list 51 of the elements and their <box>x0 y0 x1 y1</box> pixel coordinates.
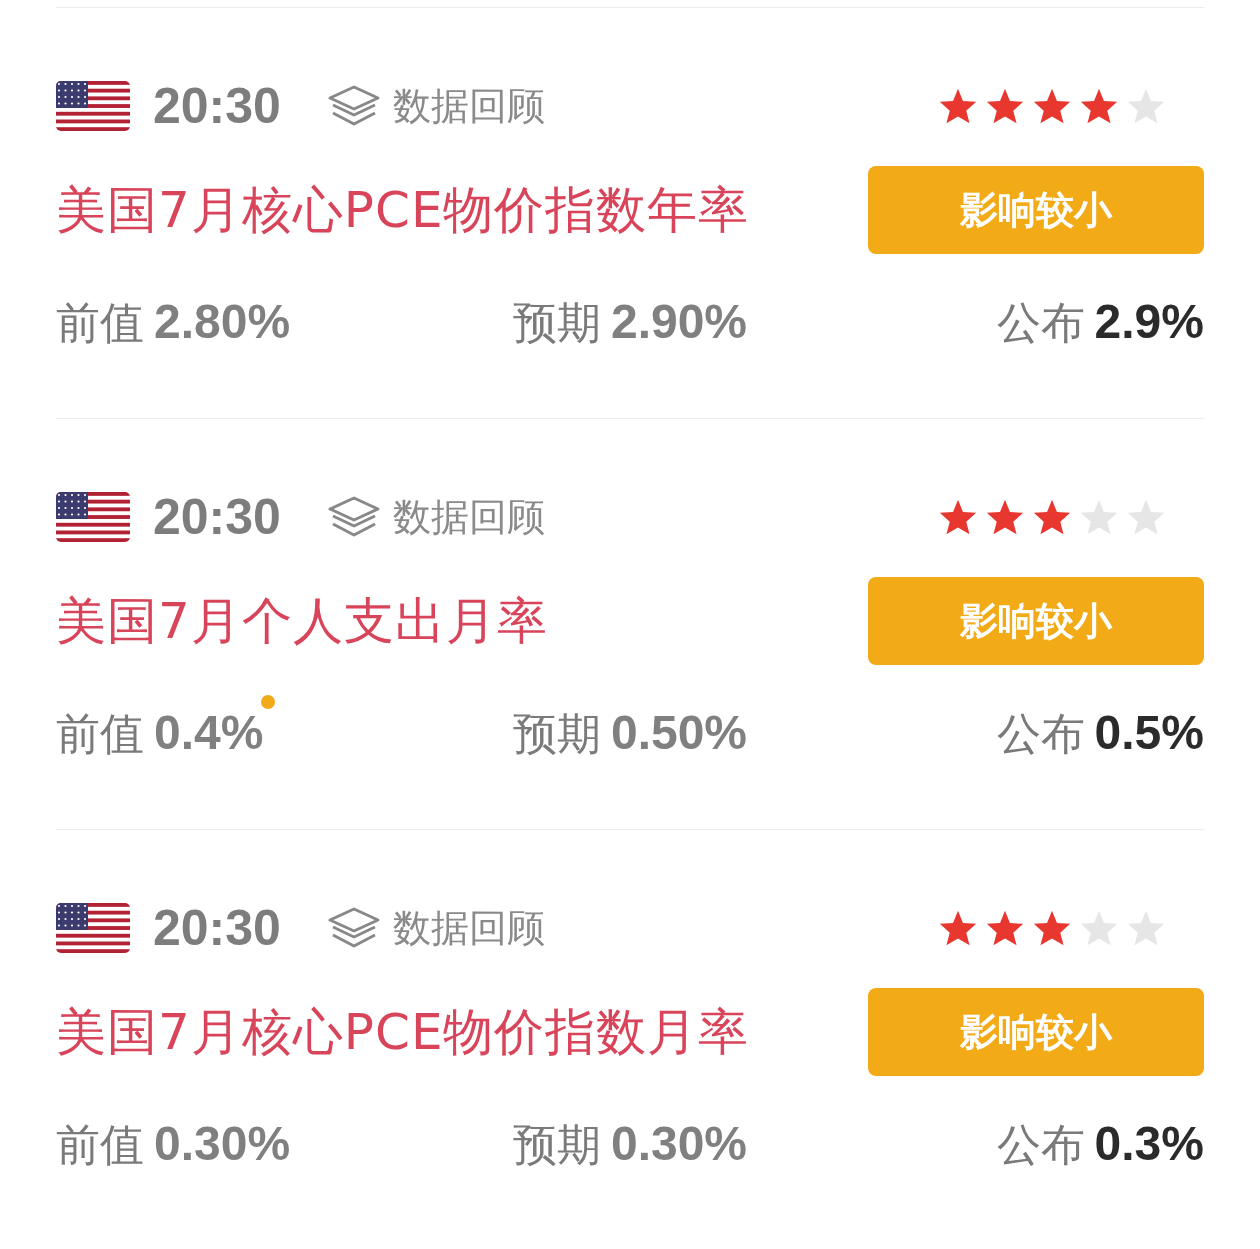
star-icon <box>1032 87 1072 125</box>
layers-icon <box>326 84 381 128</box>
forecast-value: 0.50% <box>610 705 748 760</box>
previous-value: 0.30% <box>154 1116 291 1171</box>
star-icon <box>938 498 978 536</box>
star-icon <box>985 87 1025 125</box>
star-icon <box>1032 909 1072 947</box>
star-icon <box>1126 498 1166 536</box>
actual-label: 公布 <box>996 296 1085 350</box>
event-time: 20:30 <box>153 488 281 546</box>
us-flag-icon <box>56 81 130 131</box>
star-icon <box>938 909 978 947</box>
event-title: 美国7月核心PCE物价指数年率 <box>56 179 750 241</box>
star-icon <box>985 909 1025 947</box>
star-icon <box>985 498 1025 536</box>
forecast-label: 预期 <box>512 296 601 350</box>
star-icon <box>1032 498 1072 536</box>
us-flag-icon <box>56 903 130 953</box>
star-icon <box>1079 498 1119 536</box>
previous-value: 2.80% <box>154 294 291 349</box>
forecast-value: 2.90% <box>610 294 748 349</box>
impact-button[interactable]: 影响较小 <box>868 988 1204 1076</box>
actual-value: 2.9% <box>1094 294 1204 349</box>
previous-value: 0.4% <box>154 705 264 760</box>
actual-label: 公布 <box>996 1118 1085 1172</box>
impact-button[interactable]: 影响较小 <box>868 577 1204 665</box>
star-icon <box>1126 87 1166 125</box>
data-review-link[interactable]: 数据回顾 <box>392 902 545 954</box>
star-icon <box>1079 909 1119 947</box>
previous-label: 前值 <box>56 1118 144 1172</box>
event-title: 美国7月核心PCE物价指数月率 <box>56 1001 750 1063</box>
layers-icon <box>326 906 381 950</box>
star-icon <box>1079 87 1119 125</box>
forecast-value: 0.30% <box>610 1116 748 1171</box>
star-icon <box>1126 909 1166 947</box>
event-title: 美国7月个人支出月率 <box>56 590 548 652</box>
actual-label: 公布 <box>996 707 1085 761</box>
actual-value: 0.3% <box>1094 1116 1204 1171</box>
actual-value: 0.5% <box>1094 705 1204 760</box>
event-time: 20:30 <box>153 899 281 957</box>
previous-label: 前值 <box>56 296 144 350</box>
forecast-label: 预期 <box>512 1118 601 1172</box>
forecast-label: 预期 <box>512 707 601 761</box>
us-flag-icon <box>56 492 130 542</box>
previous-label: 前值 <box>56 707 144 761</box>
star-icon <box>938 87 978 125</box>
event-time: 20:30 <box>153 77 281 135</box>
data-review-link[interactable]: 数据回顾 <box>392 80 545 132</box>
impact-button[interactable]: 影响较小 <box>868 166 1204 254</box>
data-review-link[interactable]: 数据回顾 <box>392 491 545 543</box>
layers-icon <box>326 495 381 539</box>
